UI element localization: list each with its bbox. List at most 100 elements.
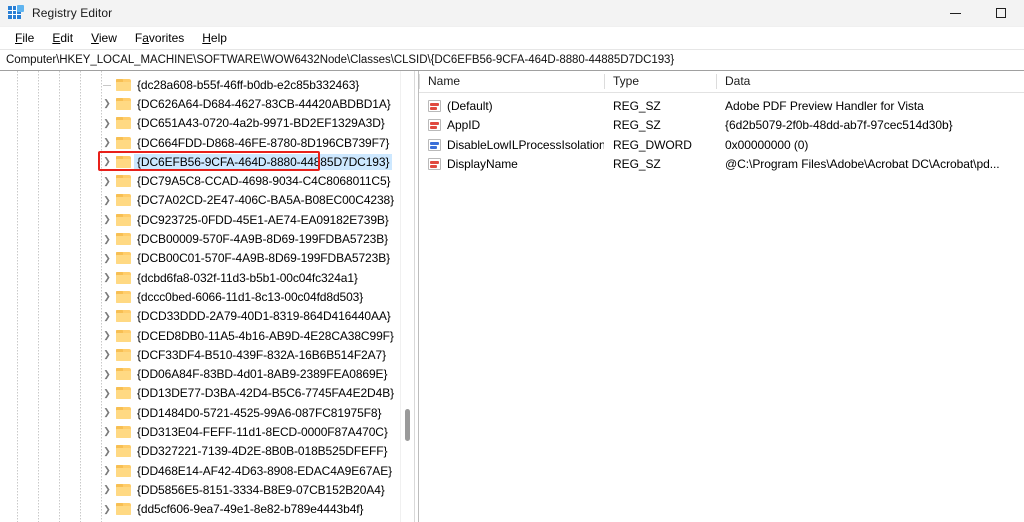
column-header-type[interactable]: Type: [604, 71, 716, 92]
tree-item[interactable]: ❯ {DC651A43-0720-4a2b-9971-BD2EF1329A3D}: [0, 114, 401, 133]
tree-item[interactable]: ❯ {DCED8DB0-11A5-4b16-AB9D-4E28CA38C99F}: [0, 326, 401, 345]
tree-item[interactable]: ❯ {DD468E14-AF42-4D63-8908-EDAC4A9E67AE}: [0, 461, 401, 480]
value-name-label: DisplayName: [447, 157, 518, 172]
tree-item[interactable]: ❯ {dd5cf606-9ea7-49e1-8e82-b789e4443b4f}: [0, 500, 401, 519]
string-value-icon: [428, 99, 441, 112]
window-controls: [932, 0, 1024, 26]
tree-item-label: {dccc0bed-6066-11d1-8c13-00c04fd8d503}: [137, 289, 364, 304]
value-data-cell: Adobe PDF Preview Handler for Vista: [725, 98, 924, 113]
tree-item[interactable]: ❯ {DC923725-0FDD-45E1-AE74-EA09182E739B}: [0, 210, 401, 229]
chevron-right-icon[interactable]: ❯: [101, 292, 113, 301]
value-row[interactable]: (Default) REG_SZ Adobe PDF Preview Handler…: [419, 96, 1024, 116]
value-data-cell: @C:\Program Files\Adobe\Acrobat DC\Acrob…: [725, 157, 1000, 172]
tree-item[interactable]: ❯ {DCB00C01-570F-4A9B-8D69-199FDBA5723B}: [0, 249, 401, 268]
tree-item[interactable]: {dc28a608-b55f-46ff-b0db-e2c85b332463}: [0, 75, 401, 94]
chevron-right-icon[interactable]: ❯: [101, 427, 113, 436]
address-path: Computer\HKEY_LOCAL_MACHINE\SOFTWARE\WOW…: [6, 54, 675, 66]
folder-icon: [116, 445, 131, 458]
value-row[interactable]: DisplayName REG_SZ @C:\Program Files\Adobe…: [419, 155, 1024, 175]
tree-item[interactable]: ❯ {DD1484D0-5721-4525-99A6-087FC81975F8}: [0, 403, 401, 422]
chevron-right-icon[interactable]: ❯: [101, 466, 113, 475]
maximize-button[interactable]: [978, 0, 1024, 26]
values-column-headers: Name Type Data: [419, 71, 1024, 93]
folder-icon: [116, 368, 131, 381]
tree-item[interactable]: ❯ {DCF33DF4-B510-439F-832A-16B6B514F2A7}: [0, 345, 401, 364]
menu-item-favorites[interactable]: Favorites: [126, 28, 193, 48]
chevron-right-icon[interactable]: ❯: [101, 99, 113, 108]
tree-item[interactable]: ❯ {DC7A02CD-2E47-406C-BA5A-B08EC00C4238}: [0, 191, 401, 210]
chevron-right-icon[interactable]: ❯: [101, 369, 113, 379]
folder-icon: [116, 310, 131, 323]
column-header-data[interactable]: Data: [716, 71, 1024, 92]
chevron-right-icon[interactable]: ❯: [101, 504, 113, 514]
tree-connector-line: [103, 84, 111, 86]
tree-item[interactable]: ❯ {DD06A84F-83BD-4d01-8AB9-2389FEA0869E}: [0, 364, 401, 383]
tree-item-label: {DD5856E5-8151-3334-B8E9-07CB152B20A4}: [137, 482, 385, 497]
folder-icon: [116, 464, 131, 477]
tree-item-label: {DCB00C01-570F-4A9B-8D69-199FDBA5723B}: [137, 251, 391, 266]
tree-item[interactable]: ❯ {DD5856E5-8151-3334-B8E9-07CB152B20A4}: [0, 480, 401, 499]
value-row[interactable]: AppID REG_SZ {6d2b5079-2f0b-48dd-ab7f-97ce…: [419, 116, 1024, 136]
chevron-right-icon[interactable]: ❯: [101, 408, 113, 417]
menu-label-file-rest: ile: [22, 31, 35, 45]
column-header-name[interactable]: Name: [419, 71, 604, 92]
chevron-right-icon[interactable]: ❯: [101, 176, 113, 186]
tree-item[interactable]: ❯ {dccc0bed-6066-11d1-8c13-00c04fd8d503}: [0, 287, 401, 306]
folder-icon: [116, 213, 131, 226]
chevron-right-icon[interactable]: ❯: [101, 350, 113, 359]
chevron-right-icon[interactable]: ❯: [101, 331, 113, 340]
dword-value-icon: [428, 138, 441, 151]
menu-item-help[interactable]: Help: [193, 28, 236, 48]
folder-icon: [116, 329, 131, 342]
tree-scrollbar-thumb[interactable]: [405, 409, 410, 441]
tree-vertical-scrollbar[interactable]: [400, 71, 414, 522]
tree-item[interactable]: ❯ {DCB00009-570F-4A9B-8D69-199FDBA5723B}: [0, 229, 401, 248]
menu-item-file[interactable]: File: [6, 28, 43, 48]
tree-item-label: {dd5cf606-9ea7-49e1-8e82-b789e4443b4f}: [137, 502, 364, 517]
address-bar[interactable]: Computer\HKEY_LOCAL_MACHINE\SOFTWARE\WOW…: [0, 49, 1024, 71]
folder-icon: [116, 271, 131, 284]
chevron-right-icon[interactable]: ❯: [101, 195, 113, 205]
menu-item-edit[interactable]: Edit: [43, 28, 82, 48]
folder-icon: [116, 175, 131, 188]
tree-item[interactable]: ❯ {DC626A64-D684-4627-83CB-44420ABDBD1A}: [0, 94, 401, 113]
menu-item-view[interactable]: View: [82, 28, 126, 48]
chevron-right-icon[interactable]: ❯: [101, 215, 113, 224]
chevron-right-icon[interactable]: ❯: [101, 253, 113, 263]
folder-icon: [116, 483, 131, 496]
tree-item-label: {DD06A84F-83BD-4d01-8AB9-2389FEA0869E}: [137, 367, 388, 382]
tree-item-selected[interactable]: ❯ {DC6EFB56-9CFA-464D-8880-44885D7DC193}: [0, 151, 401, 172]
value-row[interactable]: DisableLowILProcessIsolation REG_DWORD 0x0…: [419, 135, 1024, 155]
chevron-right-icon[interactable]: ❯: [101, 138, 113, 147]
folder-icon: [116, 136, 131, 149]
minimize-button[interactable]: [932, 0, 978, 26]
tree-item-label: {DC923725-0FDD-45E1-AE74-EA09182E739B}: [137, 212, 389, 227]
tree-item-label: {DC7A02CD-2E47-406C-BA5A-B08EC00C4238}: [137, 193, 395, 208]
folder-icon: [116, 503, 131, 516]
tree-item[interactable]: ❯ {DD313E04-FEFF-11d1-8ECD-0000F87A470C}: [0, 422, 401, 441]
menu-label-fav-rest: vorites: [148, 31, 185, 45]
tree-item[interactable]: ❯ {DCD33DDD-2A79-40D1-8319-864D416440AA}: [0, 307, 401, 326]
chevron-right-icon[interactable]: ❯: [101, 118, 113, 128]
value-name-cell: AppID: [419, 118, 604, 132]
tree-item-label: {DCED8DB0-11A5-4b16-AB9D-4E28CA38C99F}: [137, 328, 394, 343]
chevron-right-icon[interactable]: ❯: [101, 388, 113, 398]
chevron-right-icon[interactable]: ❯: [101, 234, 113, 244]
chevron-right-icon[interactable]: ❯: [101, 446, 113, 456]
tree-item[interactable]: ❯ {DD13DE77-D3BA-42D4-B5C6-7745FA4E2D4B}: [0, 384, 401, 403]
tree-item[interactable]: ❯ {dcbd6fa8-032f-11d3-b5b1-00c04fc324a1}: [0, 268, 401, 287]
chevron-right-icon[interactable]: ❯: [101, 157, 113, 166]
title-bar: Registry Editor: [0, 0, 1024, 27]
chevron-right-icon[interactable]: ❯: [101, 311, 113, 321]
tree-item-label: {DD1484D0-5721-4525-99A6-087FC81975F8}: [137, 405, 382, 420]
tree-item[interactable]: ❯ {DD327221-7139-4D2E-8B0B-018B525DFEFF}: [0, 442, 401, 461]
tree-item-label: {DD313E04-FEFF-11d1-8ECD-0000F87A470C}: [137, 424, 388, 439]
chevron-right-icon[interactable]: ❯: [101, 273, 113, 282]
chevron-right-icon[interactable]: ❯: [101, 485, 113, 494]
tree-item-label: {DC6EFB56-9CFA-464D-8880-44885D7DC193}: [134, 153, 393, 170]
tree-item-label: {DCB00009-570F-4A9B-8D69-199FDBA5723B}: [137, 232, 389, 247]
tree-item[interactable]: ❯ {DC79A5C8-CCAD-4698-9034-C4C8068011C5}: [0, 171, 401, 190]
tree-item[interactable]: ❯ {DC664FDD-D868-46FE-8780-8D196CB739F7}: [0, 133, 401, 152]
folder-icon: [116, 348, 131, 361]
tree-item-label: {DC79A5C8-CCAD-4698-9034-C4C8068011C5}: [137, 174, 391, 189]
